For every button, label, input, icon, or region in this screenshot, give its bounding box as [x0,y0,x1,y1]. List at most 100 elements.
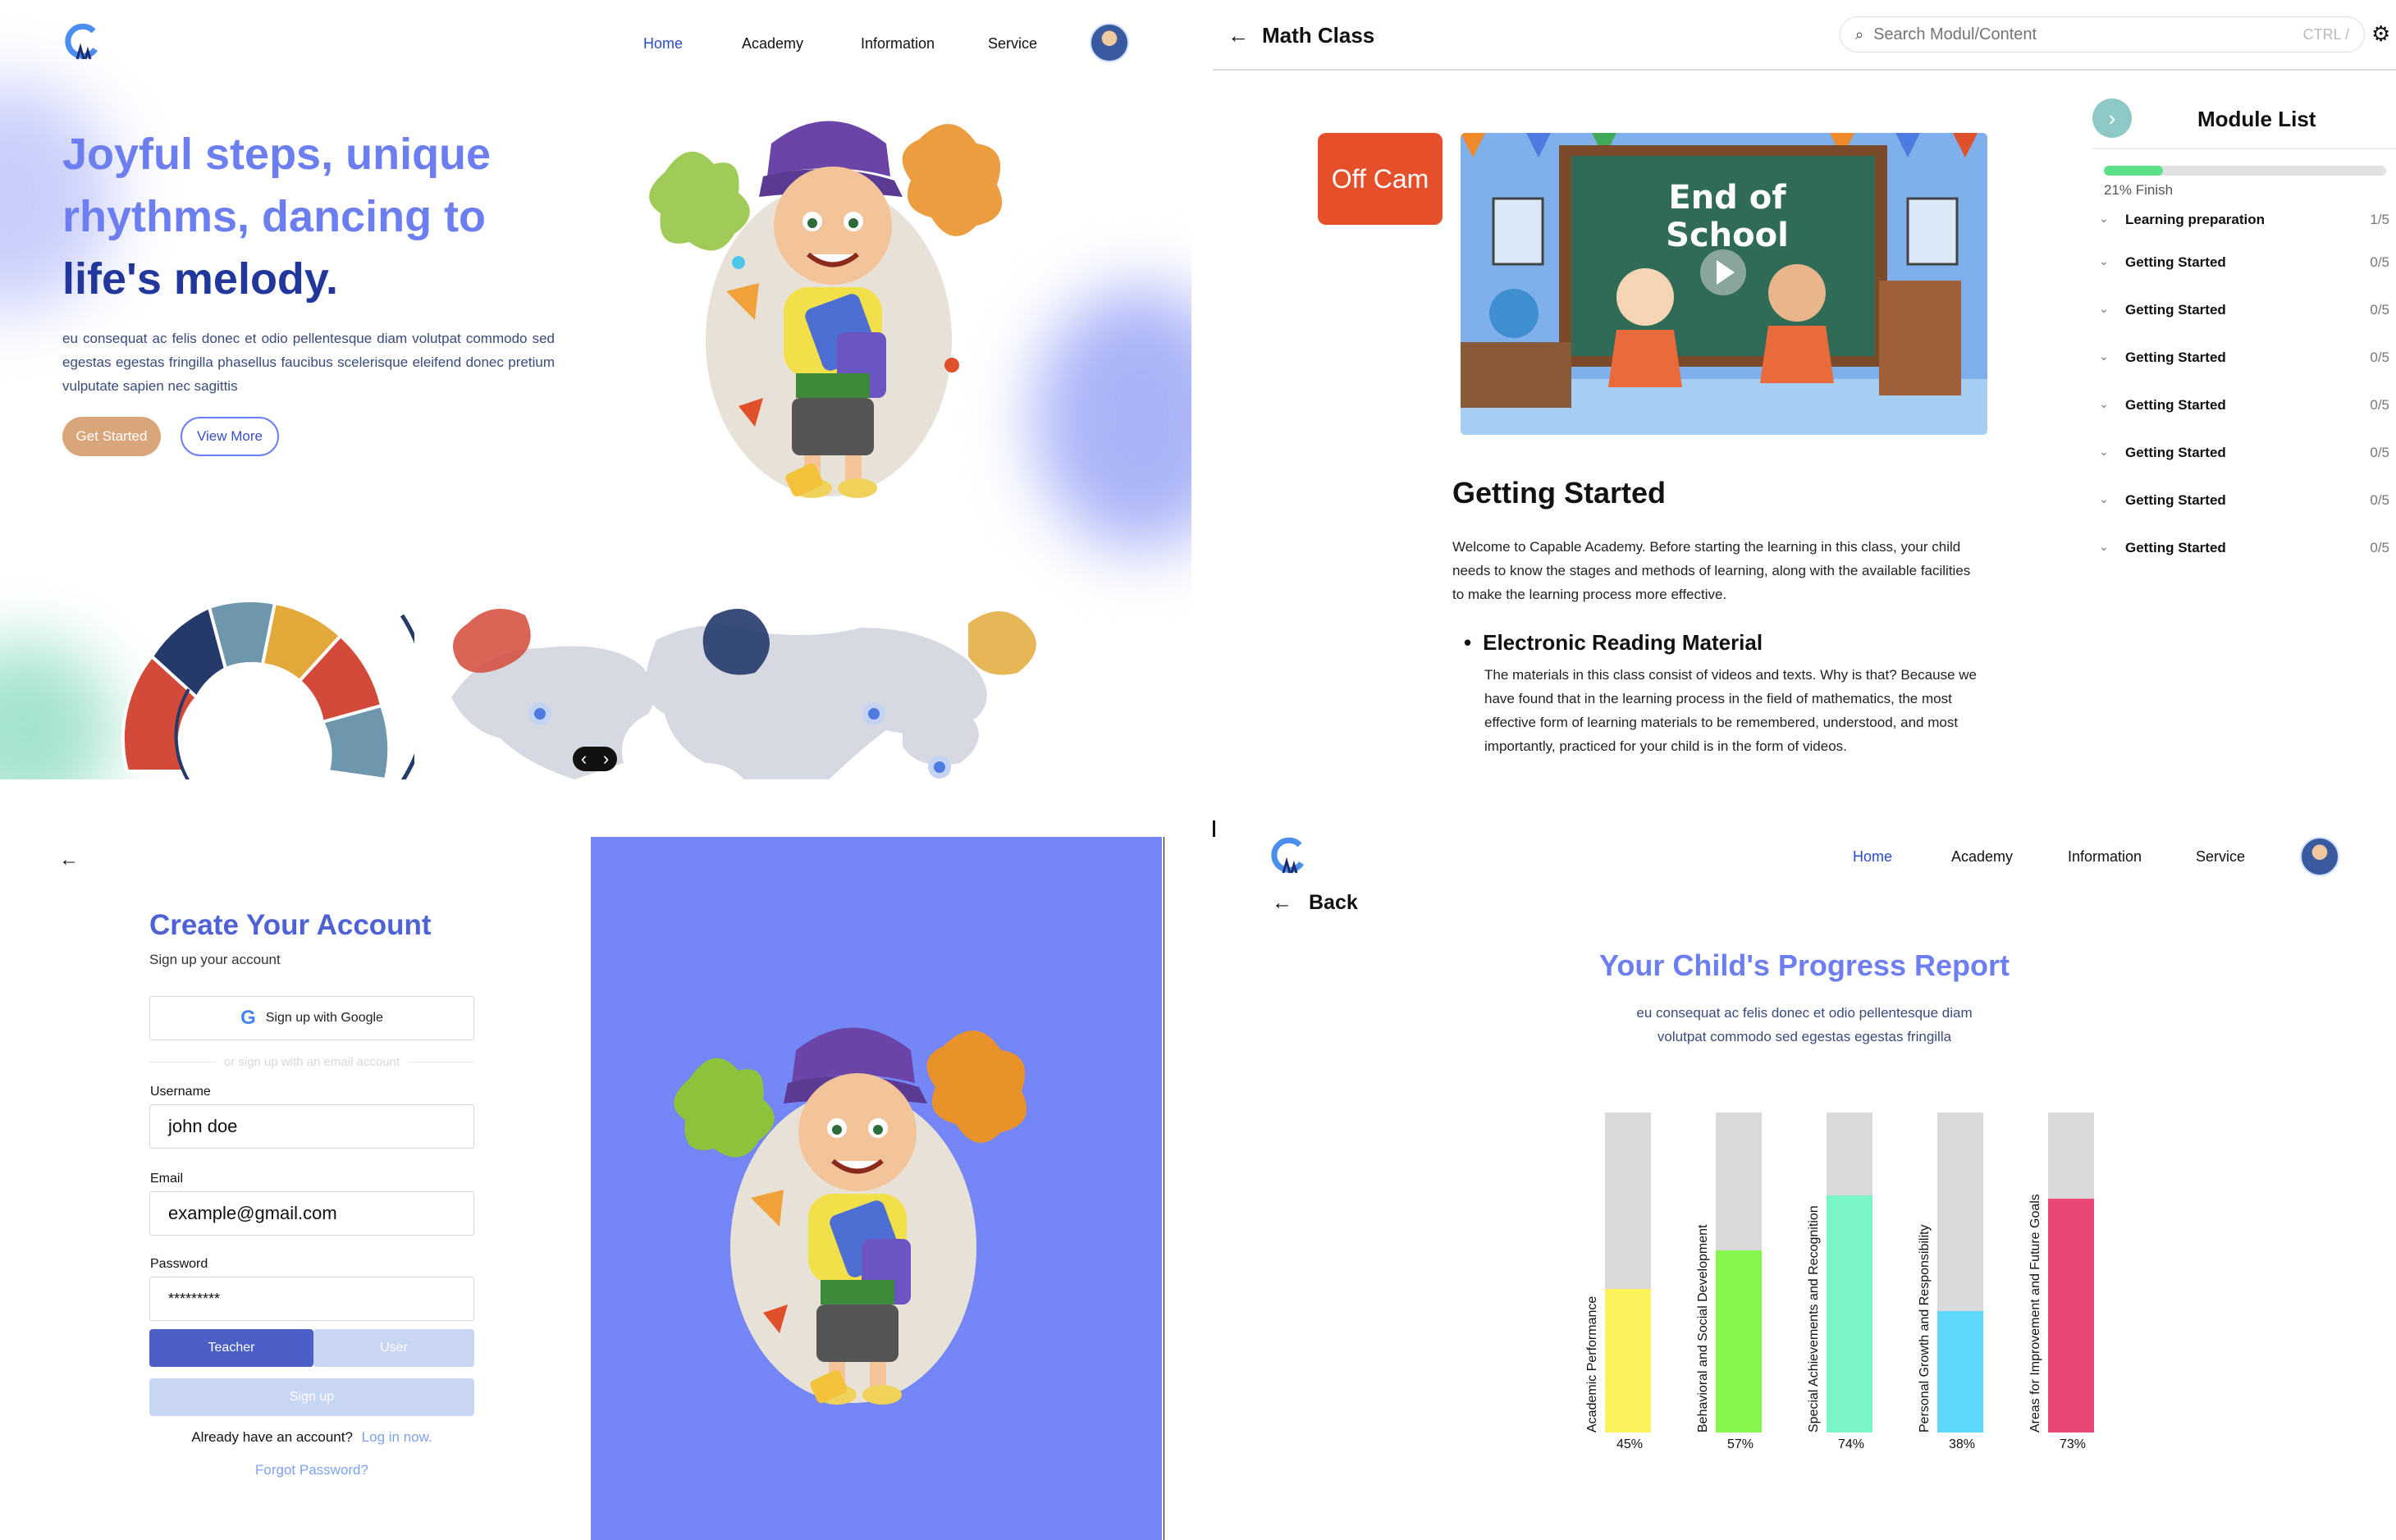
bar-category-label: Behavioral and Social Development [1696,1224,1710,1433]
back-arrow-icon[interactable]: ← [1228,23,1249,48]
off-cam-button[interactable]: Off Cam [1318,133,1443,225]
module-count: 1/5 [2370,212,2389,227]
module-divider [2092,148,2396,149]
logo-icon[interactable] [62,23,102,62]
email-field[interactable]: example@gmail.com [149,1191,474,1236]
chevron-down-icon: ⌄ [2099,254,2109,267]
module-item[interactable]: ⌄ Getting Started 0/5 [2092,299,2393,323]
module-list: ⌄ Learning preparation 1/5 ⌄ Getting Starte… [2092,208,2396,779]
module-title: Getting Started [2125,397,2226,413]
bar-value-label: 45% [1616,1437,1644,1451]
bar [1605,1288,1651,1433]
bar [1937,1310,1983,1433]
search-shortcut: CTRL / [2302,25,2349,43]
nav-service[interactable]: Service [988,35,1037,53]
signup-button[interactable]: Sign up [149,1378,474,1416]
class-page: ← Math Class ⌕ CTRL / ⚙ Off Cam End of S… [1213,0,2396,779]
hero-title: Joyful steps, unique rhythms, dancing to… [62,123,491,310]
bullet-dot: • [1464,630,1472,655]
bar-value-label: 57% [1727,1437,1754,1451]
login-prompt: Already have an account? Log in now. [149,1429,474,1446]
nav-home[interactable]: Home [643,35,683,53]
module-item[interactable]: ⌄ Getting Started 0/5 [2092,251,2393,276]
module-item[interactable]: ⌄ Learning preparation 1/5 [2092,208,2393,233]
view-more-button[interactable]: View More [181,417,279,456]
back-arrow-icon[interactable]: ← [59,848,79,871]
mascot-illustration [674,1027,1027,1405]
background-blob [1034,287,1191,550]
search-input[interactable] [1873,25,2303,44]
bar-track [1937,1113,1983,1433]
module-title: Getting Started [2125,254,2226,270]
username-field[interactable]: john doe [149,1104,474,1149]
collapse-chevron-icon[interactable]: › [2092,98,2132,138]
search-icon: ⌕ [1855,25,1864,43]
google-signup-button[interactable]: G Sign up with Google [149,996,474,1040]
module-count: 0/5 [2370,492,2389,508]
bar-category-label: Special Achievements and Recognition [1807,1205,1821,1433]
bullet-body: The materials in this class consist of v… [1484,667,1977,754]
module-title: Getting Started [2125,350,2226,365]
chevron-down-icon: ⌄ [2099,540,2109,553]
module-title: Learning preparation [2125,212,2266,227]
chevron-down-icon: ⌄ [2099,350,2109,363]
user-role-button[interactable]: User [313,1329,474,1367]
chevron-down-icon: ⌄ [2099,492,2109,505]
email-label: Email [150,1172,184,1186]
intro-text: Welcome to Capable Academy. Before start… [1452,539,1971,602]
module-count: 0/5 [2370,540,2389,555]
signup-divider: or sign up with an email account [149,1055,475,1069]
module-item[interactable]: ⌄ Getting Started 0/5 [2092,441,2393,466]
chevron-down-icon: ⌄ [2099,397,2109,410]
module-item[interactable]: ⌄ Getting Started 0/5 [2092,489,2393,514]
password-field[interactable]: ********* [149,1277,474,1321]
bar [1827,1195,1872,1433]
module-item[interactable]: ⌄ Getting Started 0/5 [2092,394,2393,418]
hero-line-2: rhythms, dancing to [62,192,487,241]
module-count: 0/5 [2370,445,2389,460]
bar-value-label: 38% [1949,1437,1976,1451]
world-map-illustration [451,609,1036,779]
get-started-button[interactable]: Get Started [62,417,161,456]
header-divider [1213,69,2396,71]
bar-value-label: 74% [1838,1437,1865,1451]
bar-value-label: 73% [2060,1437,2087,1451]
bar [1716,1250,1762,1433]
module-count: 0/5 [2370,350,2389,365]
hero-description: eu consequat ac felis donec et odio pell… [62,331,555,394]
forgot-password-link[interactable]: Forgot Password? [149,1462,474,1478]
landing-page: Home Academy Information Service Joyful … [0,0,1191,779]
video-player[interactable]: End of School [1461,133,1987,435]
nav-academy[interactable]: Academy [742,35,803,53]
module-item[interactable]: ⌄ Getting Started 0/5 [2092,537,2393,561]
google-signup-label: Sign up with Google [265,1011,383,1025]
nav-information[interactable]: Information [861,35,935,53]
progress-bar [2104,166,2386,176]
mascot-illustration [649,121,1003,498]
hero-line-3: life's melody. [62,254,338,304]
teacher-role-button[interactable]: Teacher [149,1329,313,1367]
module-item[interactable]: ⌄ Getting Started 0/5 [2092,346,2393,371]
bar-category-label: Academic Performance [1585,1296,1599,1433]
bar-track [2048,1113,2094,1433]
google-icon: G [240,1007,256,1029]
bullet-title: Electronic Reading Material [1483,630,1763,655]
carousel-controls: ‹ › [573,747,617,771]
gear-icon[interactable]: ⚙ [2371,21,2390,47]
bar-track [1827,1113,1872,1433]
hero-line-1: Joyful steps, unique [62,130,492,179]
search-bar[interactable]: ⌕ CTRL / [1840,16,2365,53]
progress-report-page: Home Academy Information Service ← Back … [1213,837,2396,1540]
login-link[interactable]: Log in now. [362,1429,432,1445]
signup-subtitle: Sign up your account [149,952,281,967]
carousel-prev-button[interactable]: ‹ [581,748,587,770]
avatar[interactable] [1090,23,1129,62]
signup-page: ← Create Your Account Sign up your accou… [0,837,1164,1540]
background-blob [0,640,115,779]
bar-track [1716,1113,1762,1433]
password-label: Password [150,1257,208,1271]
signup-hero-panel [591,837,1162,1540]
progress-bar-chart: Academic Performance 45% Behavioral and So… [1213,837,2396,1540]
carousel-next-button[interactable]: › [603,748,609,770]
bullet-heading: • Electronic Reading Material [1464,630,1763,656]
